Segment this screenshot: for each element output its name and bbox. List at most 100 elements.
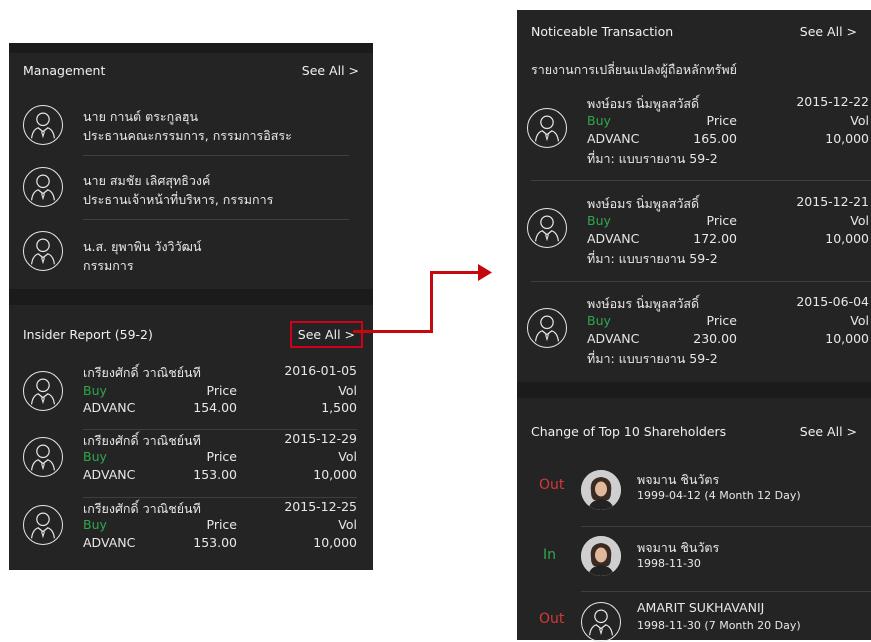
shareholder-row[interactable]: Out พจมาน ชินวัตร 1999-04-12 (4 Month 12… [517,458,871,518]
management-item[interactable]: นาย สมชัย เลิศสุทธิวงค์ ประธานเจ้าหน้าที… [9,157,373,217]
divider [83,219,349,220]
shareholder-detail: 1998-11-30 [637,557,701,570]
shareholder-row[interactable]: In พจมาน ชินวัตร 1998-11-30 [517,528,871,588]
insider-section: Insider Report (59-2) See All > เกรียงศั… [9,305,373,570]
divider [581,526,871,527]
management-name: นาย กานต์ ตระกูลฮุน [83,109,199,124]
management-item[interactable]: นาย กานต์ ตระกูลฮุน ประธานคณะกรรมการ, กร… [9,91,373,157]
shareholders-section: Change of Top 10 Shareholders See All > … [517,398,871,642]
insider-name: เกรียงศักดิ์ วาณิชย์นที [83,433,201,448]
person-outline-icon [23,505,63,545]
insider-name: เกรียงศักดิ์ วาณิชย์นที [83,501,201,516]
noticeable-source: ที่มา: แบบรายงาน 59-2 [587,251,718,266]
divider [83,155,349,156]
arrow-segment [430,271,433,333]
vol-label: Vol [338,517,357,532]
management-role: กรรมการ [83,258,134,273]
noticeable-price: 172.00 [693,231,737,246]
insider-symbol: ADVANC [83,467,136,482]
vol-label: Vol [850,113,869,128]
arrow-segment [353,330,433,333]
management-role: ประธานคณะกรรมการ, กรรมการอิสระ [83,128,292,143]
insider-price: 153.00 [193,467,237,482]
price-label: Price [206,449,238,464]
noticeable-name: พงษ์อมร นิ่มพูลสวัสดิ์ [587,96,700,111]
management-see-all-button[interactable]: See All > [302,63,359,78]
insider-vol: 1,500 [321,400,357,415]
insider-date: 2016-01-05 [284,363,357,378]
vol-label: Vol [338,383,357,398]
noticeable-vol: 10,000 [825,231,869,246]
person-outline-icon [23,105,63,145]
management-item[interactable]: น.ส. ยุพาพิน วังวิวัฒน์ กรรมการ [9,221,373,281]
management-name: น.ส. ยุพาพิน วังวิวัฒน์ [83,239,202,254]
noticeable-date: 2015-06-04 [796,294,869,309]
noticeable-date: 2015-12-21 [796,194,869,209]
person-outline-icon [23,371,63,411]
insider-price: 153.00 [193,535,237,550]
divider [581,591,871,592]
insider-symbol: ADVANC [83,400,136,415]
insider-row[interactable]: เกรียงศักดิ์ วาณิชย์นที 2016-01-05 Buy P… [9,361,373,429]
noticeable-see-all-button[interactable]: See All > [800,24,857,39]
insider-row[interactable]: เกรียงศักดิ์ วาณิชย์นที 2015-12-29 Buy P… [9,431,373,497]
insider-action: Buy [83,449,107,464]
arrow-segment [430,271,480,274]
noticeable-name: พงษ์อมร นิ่มพูลสวัสดิ์ [587,296,700,311]
shareholders-see-all-button[interactable]: See All > [800,424,857,439]
person-outline-icon [527,208,567,248]
price-label: Price [206,517,238,532]
person-outline-icon [23,167,63,207]
insider-name: เกรียงศักดิ์ วาณิชย์นที [83,365,201,380]
person-photo-icon [581,470,621,510]
insider-row[interactable]: เกรียงศักดิ์ วาณิชย์นที 2015-12-25 Buy P… [9,499,373,565]
noticeable-symbol: ADVANC [587,231,640,246]
person-outline-icon [23,231,63,271]
noticeable-row[interactable]: พงษ์อมร นิ่มพูลสวัสดิ์ 2015-12-21 Buy Pr… [517,188,871,280]
shareholder-detail: 1998-11-30 (7 Month 20 Day) [637,619,801,632]
insider-action: Buy [83,517,107,532]
noticeable-vol: 10,000 [825,331,869,346]
noticeable-price: 165.00 [693,131,737,146]
insider-symbol: ADVANC [83,535,136,550]
insider-vol: 10,000 [313,467,357,482]
vol-label: Vol [850,213,869,228]
insider-see-all-button[interactable]: See All > [289,320,364,348]
divider [83,497,357,498]
divider [83,429,357,430]
noticeable-header: Noticeable Transaction See All > [517,16,871,46]
noticeable-action: Buy [587,213,611,228]
insider-action: Buy [83,383,107,398]
management-title: Management [23,62,106,78]
price-label: Price [706,113,738,128]
shareholder-status: Out [539,477,565,493]
noticeable-vol: 10,000 [825,131,869,146]
noticeable-title: Noticeable Transaction [531,23,674,39]
noticeable-row[interactable]: พงษ์อมร นิ่มพูลสวัสดิ์ 2015-06-04 Buy Pr… [517,288,871,380]
insider-header: Insider Report (59-2) See All > [9,319,373,349]
noticeable-action: Buy [587,113,611,128]
right-panel: Noticeable Transaction See All > รายงานก… [517,10,871,642]
noticeable-source: ที่มา: แบบรายงาน 59-2 [587,151,718,166]
noticeable-row[interactable]: พงษ์อมร นิ่มพูลสวัสดิ์ 2015-12-22 Buy Pr… [517,90,871,182]
person-outline-icon [527,108,567,148]
price-label: Price [706,313,738,328]
noticeable-price: 230.00 [693,331,737,346]
shareholder-status: Out [539,611,565,627]
noticeable-action: Buy [587,313,611,328]
shareholder-row[interactable]: Out AMARIT SUKHAVANIJ 1998-11-30 (7 Mont… [517,594,871,642]
price-label: Price [706,213,738,228]
divider [531,281,871,282]
insider-date: 2015-12-29 [284,431,357,446]
management-section: Management See All > นาย กานต์ ตระกูลฮุน… [9,53,373,289]
management-header: Management See All > [9,55,373,85]
shareholder-detail: 1999-04-12 (4 Month 12 Day) [637,489,801,502]
noticeable-subtitle: รายงานการเปลี่ยนแปลงผู้ถือหลักทรัพย์ [531,62,737,77]
shareholder-name: พจมาน ชินวัตร [637,540,720,555]
shareholder-name: พจมาน ชินวัตร [637,472,720,487]
management-name: นาย สมชัย เลิศสุทธิวงค์ [83,173,211,188]
person-outline-icon [581,602,621,642]
price-label: Price [206,383,238,398]
insider-title: Insider Report (59-2) [23,326,153,342]
noticeable-date: 2015-12-22 [796,94,869,109]
